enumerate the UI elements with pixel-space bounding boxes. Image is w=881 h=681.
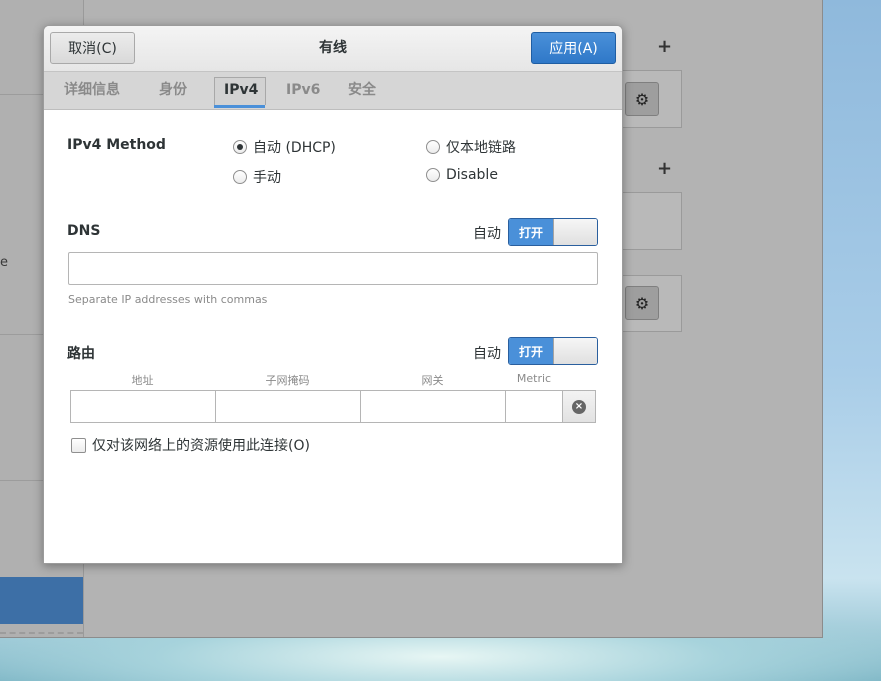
switch-knob[interactable] — [553, 219, 597, 245]
routes-auto-switch[interactable]: 打开 — [508, 337, 598, 365]
method-auto-dhcp-option[interactable]: 自动 (DHCP) — [233, 137, 336, 157]
tab-bar: 详细信息 身份 IPv4 IPv6 安全 — [44, 72, 622, 110]
add-icon[interactable]: + — [657, 36, 672, 57]
radio-selected[interactable] — [233, 140, 247, 154]
tab-ipv4[interactable]: IPv4 — [224, 72, 258, 109]
radio-unselected[interactable] — [233, 170, 247, 184]
switch-on-label: 打开 — [509, 219, 553, 245]
gear-icon[interactable]: ⚙ — [625, 82, 659, 116]
only-local-checkbox[interactable] — [71, 437, 86, 453]
routes-auto-label: 自动 — [473, 346, 501, 362]
radio-unselected[interactable] — [426, 140, 440, 154]
tab-details[interactable]: 详细信息 — [64, 72, 120, 109]
route-column-metric: Metric — [516, 372, 552, 385]
method-auto-dhcp-label: 自动 (DHCP) — [253, 140, 336, 156]
apply-button[interactable]: 应用(A) — [531, 32, 616, 64]
route-metric-input[interactable] — [505, 390, 563, 423]
add-icon[interactable]: + — [657, 158, 672, 179]
sidebar-item-selected[interactable] — [0, 577, 83, 624]
sidebar-dashed-divider — [0, 632, 83, 634]
ipv4-method-label: IPv4 Method — [67, 137, 166, 153]
only-local-label: 仅对该网络上的资源使用此连接(O) — [92, 438, 310, 454]
dns-auto-label: 自动 — [473, 226, 501, 242]
background-panel — [620, 192, 682, 250]
wired-connection-dialog: 有线 取消(C) 应用(A) 详细信息 身份 IPv4 IPv6 安全 IPv4… — [43, 25, 623, 564]
radio-unselected[interactable] — [426, 168, 440, 182]
tab-security[interactable]: 安全 — [348, 72, 376, 109]
dns-auto-switch[interactable]: 打开 — [508, 218, 598, 246]
method-link-local-option[interactable]: 仅本地链路 — [426, 137, 516, 157]
dns-label: DNS — [67, 223, 101, 239]
method-manual-label: 手动 — [253, 170, 281, 186]
tab-ipv6[interactable]: IPv6 — [286, 72, 320, 109]
route-column-address: 地址 — [131, 374, 154, 387]
method-disable-option[interactable]: Disable — [426, 167, 498, 183]
sidebar-item-text: e — [0, 255, 8, 270]
switch-on-label: 打开 — [509, 338, 553, 364]
tab-identity[interactable]: 身份 — [159, 72, 187, 109]
method-manual-option[interactable]: 手动 — [233, 167, 281, 187]
dns-input[interactable] — [68, 252, 598, 285]
dialog-header: 有线 取消(C) 应用(A) — [44, 26, 622, 72]
route-gateway-input[interactable] — [360, 390, 506, 423]
route-delete-button[interactable]: × — [562, 390, 596, 423]
clear-icon: × — [572, 399, 586, 414]
gear-icon[interactable]: ⚙ — [625, 286, 659, 320]
switch-knob[interactable] — [553, 338, 597, 364]
method-disable-label: Disable — [446, 167, 498, 183]
cancel-button[interactable]: 取消(C) — [50, 32, 135, 64]
route-netmask-input[interactable] — [215, 390, 361, 423]
route-address-input[interactable] — [70, 390, 216, 423]
routes-label: 路由 — [67, 346, 95, 362]
method-link-local-label: 仅本地链路 — [446, 140, 516, 156]
route-column-netmask: 子网掩码 — [265, 374, 310, 387]
route-column-gateway: 网关 — [421, 374, 444, 387]
only-local-resources-option[interactable]: 仅对该网络上的资源使用此连接(O) — [71, 435, 310, 455]
dns-hint: Separate IP addresses with commas — [68, 293, 268, 306]
